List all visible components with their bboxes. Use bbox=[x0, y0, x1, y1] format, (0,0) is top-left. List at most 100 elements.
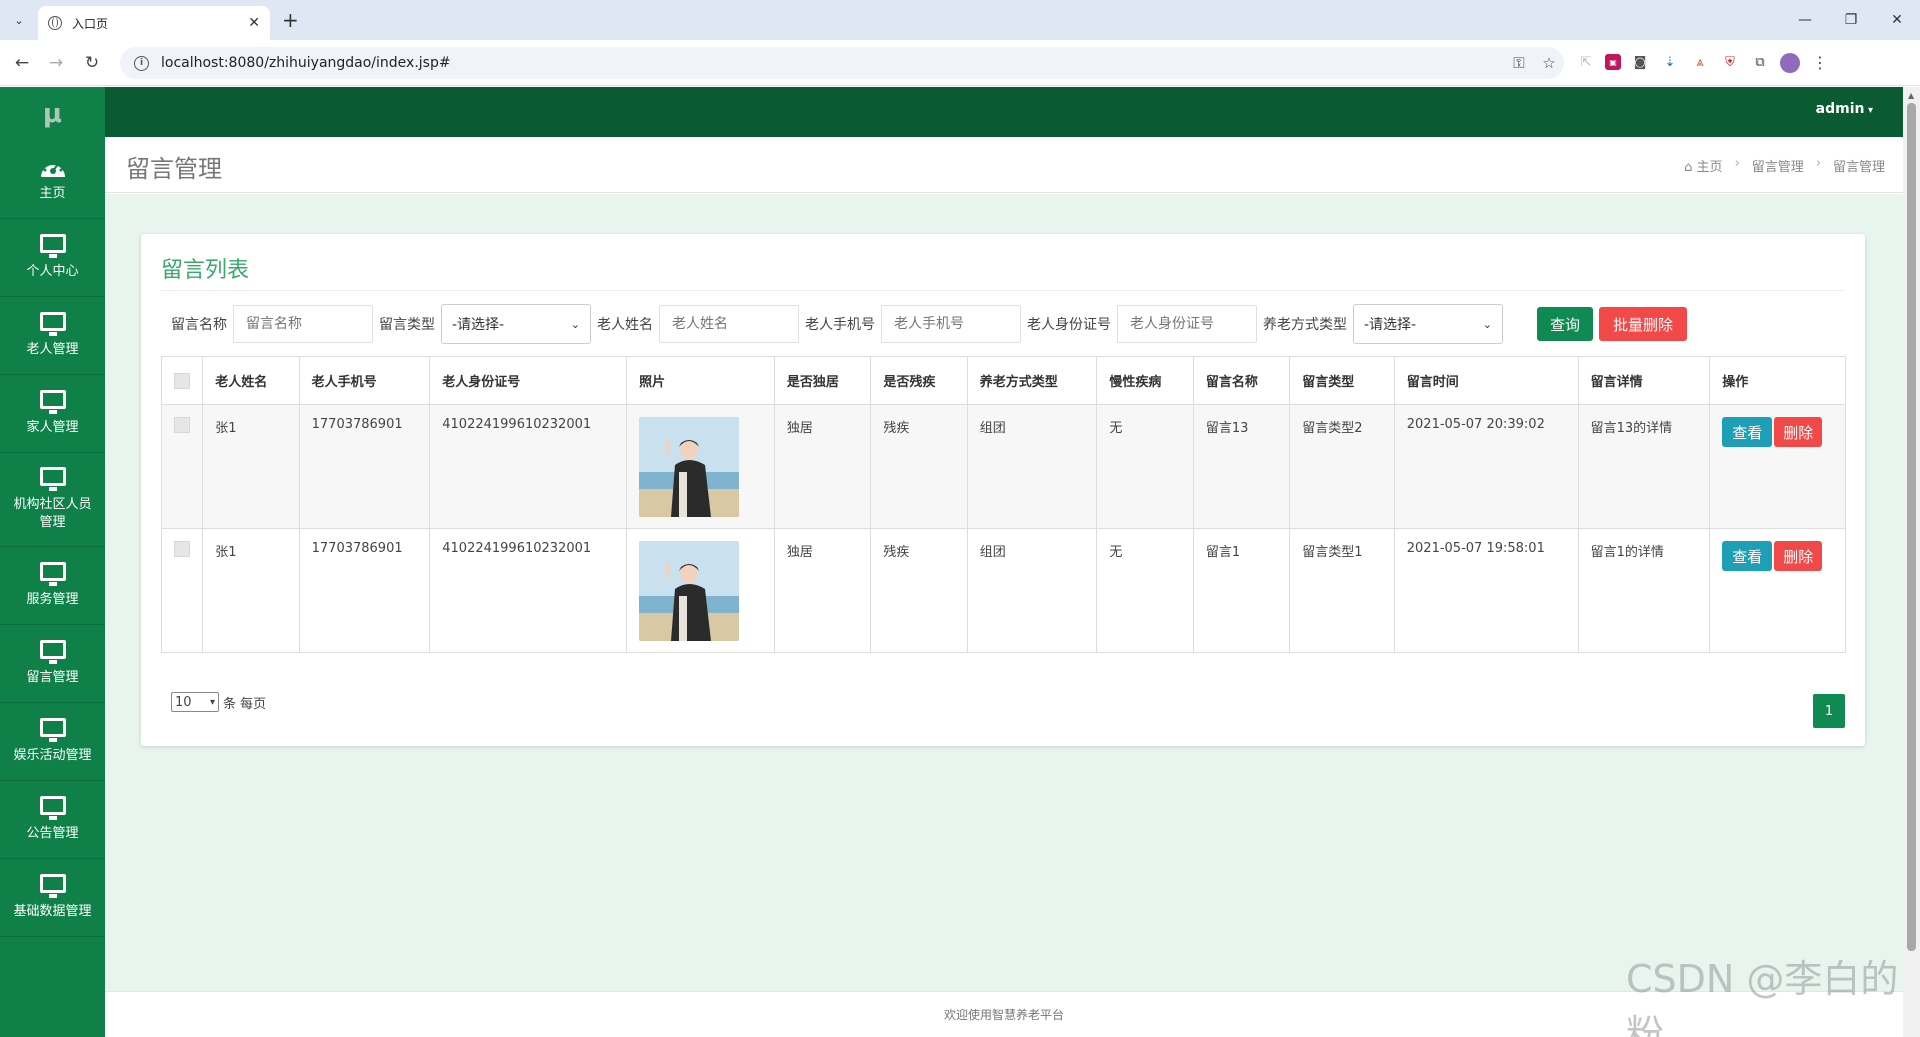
cell-elder-phone: 17703786901 bbox=[298, 528, 431, 653]
back-icon[interactable]: ← bbox=[10, 51, 34, 75]
user-menu[interactable]: admin bbox=[1816, 101, 1873, 117]
filter-bar: 留言名称 留言类型 -请选择-⌄ 老人姓名 老人手机号 老人身份证号 养老方式类… bbox=[171, 304, 1687, 344]
profile-avatar-icon[interactable] bbox=[1779, 51, 1801, 73]
row-checkbox[interactable] bbox=[174, 541, 190, 557]
delete-button[interactable]: 删除 bbox=[1774, 541, 1823, 571]
sidebar-item-notices[interactable]: 公告管理 bbox=[0, 781, 105, 859]
sidebar-item-basic-data[interactable]: 基础数据管理 bbox=[0, 859, 105, 937]
view-button[interactable]: 查看 bbox=[1722, 541, 1773, 571]
browser-menu-icon[interactable]: ⋮ bbox=[1809, 51, 1831, 73]
url-text[interactable]: localhost:8080/zhihuiyangdao/index.jsp# bbox=[161, 55, 1504, 71]
row-select-cell bbox=[160, 528, 204, 653]
divider bbox=[161, 290, 1845, 291]
sidebar-item-home[interactable]: 主页 bbox=[0, 141, 105, 219]
extensions-puzzle-icon[interactable]: ⧉ bbox=[1749, 51, 1771, 73]
sidebar-item-label: 留言管理 bbox=[26, 670, 79, 685]
extension-game-icon[interactable]: ◙ bbox=[1629, 51, 1651, 73]
page-scrollbar[interactable]: ▲ bbox=[1903, 87, 1920, 1037]
msg-name-input[interactable] bbox=[233, 305, 373, 343]
sidebar: μ 主页 个人中心 老人管理 家人管理 机构社区人员管理 服务管理 留言管理 娱… bbox=[0, 87, 105, 1037]
care-type-label: 养老方式类型 bbox=[1263, 317, 1347, 333]
select-all-checkbox[interactable] bbox=[174, 372, 190, 389]
extension-translate-icon[interactable]: ⩓ bbox=[1689, 51, 1711, 73]
column-header: 慢性疾病 bbox=[1096, 356, 1194, 405]
search-button[interactable]: 查询 bbox=[1537, 307, 1593, 341]
browser-tab[interactable]: 入口页 ✕ bbox=[38, 6, 270, 40]
extension-download-icon[interactable]: ⇣ bbox=[1659, 51, 1681, 73]
sidebar-item-elders[interactable]: 老人管理 bbox=[0, 297, 105, 375]
extension-shield-icon[interactable]: ⛨ bbox=[1719, 51, 1741, 73]
monitor-icon bbox=[39, 796, 66, 820]
cell-msg-name: 留言1 bbox=[1192, 528, 1291, 653]
elder-id-input[interactable] bbox=[1117, 305, 1257, 343]
address-bar[interactable]: i localhost:8080/zhihuiyangdao/index.jsp… bbox=[120, 47, 1564, 79]
sidebar-item-profile[interactable]: 个人中心 bbox=[0, 219, 105, 297]
cell-lives-alone: 独居 bbox=[773, 404, 872, 529]
sidebar-item-label: 机构社区人员管理 bbox=[13, 497, 92, 530]
per-page-label: 条 每页 bbox=[223, 696, 267, 712]
close-tab-icon[interactable]: ✕ bbox=[248, 15, 260, 31]
msg-type-select[interactable]: -请选择- ⌄ bbox=[441, 304, 591, 344]
sidebar-item-services[interactable]: 服务管理 bbox=[0, 547, 105, 625]
forward-icon[interactable]: → bbox=[44, 51, 68, 75]
column-header: 留言详情 bbox=[1577, 356, 1711, 405]
sidebar-item-activities[interactable]: 娱乐活动管理 bbox=[0, 703, 105, 781]
page-button-current[interactable]: 1 bbox=[1813, 694, 1845, 728]
extension-cursor-icon[interactable]: ⇱ bbox=[1575, 51, 1597, 73]
breadcrumb-home[interactable]: ⌂ 主页 bbox=[1684, 156, 1722, 175]
sidebar-item-label: 家人管理 bbox=[26, 420, 79, 435]
top-navbar: admin bbox=[105, 87, 1903, 137]
cell-care-type: 组团 bbox=[966, 404, 1098, 529]
breadcrumb-current: 留言管理 bbox=[1832, 160, 1885, 175]
password-key-icon[interactable]: ⚿ bbox=[1504, 54, 1534, 72]
cell-elder-name: 张1 bbox=[202, 528, 300, 653]
globe-icon bbox=[48, 16, 62, 30]
app-logo[interactable]: μ bbox=[0, 87, 105, 141]
breadcrumb-separator: › bbox=[1734, 156, 1740, 171]
sidebar-item-label: 个人中心 bbox=[26, 264, 79, 279]
column-header: 留言时间 bbox=[1393, 356, 1579, 405]
sidebar-item-staff[interactable]: 机构社区人员管理 bbox=[0, 453, 105, 547]
cell-elder-phone: 17703786901 bbox=[298, 404, 431, 529]
elder-photo bbox=[639, 417, 740, 517]
restore-icon[interactable]: ❐ bbox=[1828, 0, 1874, 40]
cell-lives-alone: 独居 bbox=[773, 528, 872, 653]
monitor-icon bbox=[39, 718, 66, 742]
column-header: 老人身份证号 bbox=[429, 356, 628, 405]
monitor-icon bbox=[39, 467, 66, 491]
main-content: 留言列表 留言名称 留言类型 -请选择-⌄ 老人姓名 老人手机号 老人身份证号 … bbox=[105, 194, 1903, 991]
sidebar-item-label: 基础数据管理 bbox=[13, 904, 92, 919]
sidebar-item-messages[interactable]: 留言管理 bbox=[0, 625, 105, 703]
tab-search-icon[interactable]: ⌄ bbox=[8, 9, 30, 31]
batch-delete-button[interactable]: 批量删除 bbox=[1599, 307, 1687, 341]
browser-tab-bar: ⌄ 入口页 ✕ + — ❐ ✕ bbox=[0, 0, 1920, 40]
page-size-select[interactable]: 10 ▾ bbox=[171, 692, 219, 712]
scroll-up-icon[interactable]: ▲ bbox=[1908, 91, 1914, 100]
sidebar-item-family[interactable]: 家人管理 bbox=[0, 375, 105, 453]
new-tab-icon[interactable]: + bbox=[282, 8, 299, 32]
page-header: 留言管理 ⌂ 主页 › 留言管理 › 留言管理 bbox=[105, 137, 1903, 193]
page-size-control: 10 ▾ 条 每页 bbox=[171, 692, 266, 712]
row-checkbox[interactable] bbox=[174, 417, 190, 433]
elder-id-label: 老人身份证号 bbox=[1027, 317, 1111, 333]
close-window-icon[interactable]: ✕ bbox=[1874, 0, 1920, 40]
chevron-down-icon: ▾ bbox=[209, 696, 215, 708]
monitor-icon bbox=[39, 874, 66, 898]
cell-elder-idcard: 410224199610232001 bbox=[429, 528, 628, 653]
site-info-icon[interactable]: i bbox=[134, 55, 149, 71]
minimize-icon[interactable]: — bbox=[1782, 0, 1828, 40]
delete-button[interactable]: 删除 bbox=[1774, 417, 1823, 447]
bookmark-star-icon[interactable]: ☆ bbox=[1534, 54, 1564, 72]
card-title: 留言列表 bbox=[161, 258, 250, 283]
view-button[interactable]: 查看 bbox=[1722, 417, 1773, 447]
message-list-card: 留言列表 留言名称 留言类型 -请选择-⌄ 老人姓名 老人手机号 老人身份证号 … bbox=[141, 234, 1865, 746]
elder-name-input[interactable] bbox=[659, 305, 799, 343]
reload-icon[interactable]: ↻ bbox=[80, 51, 104, 75]
column-header: 养老方式类型 bbox=[966, 356, 1098, 405]
extension-app-icon[interactable]: ▣ bbox=[1605, 54, 1621, 70]
msg-type-label: 留言类型 bbox=[379, 317, 435, 333]
care-type-select[interactable]: -请选择- ⌄ bbox=[1353, 304, 1503, 344]
breadcrumb-item[interactable]: 留言管理 bbox=[1752, 156, 1804, 175]
elder-phone-input[interactable] bbox=[881, 305, 1021, 343]
scrollbar-thumb[interactable] bbox=[1907, 103, 1916, 951]
